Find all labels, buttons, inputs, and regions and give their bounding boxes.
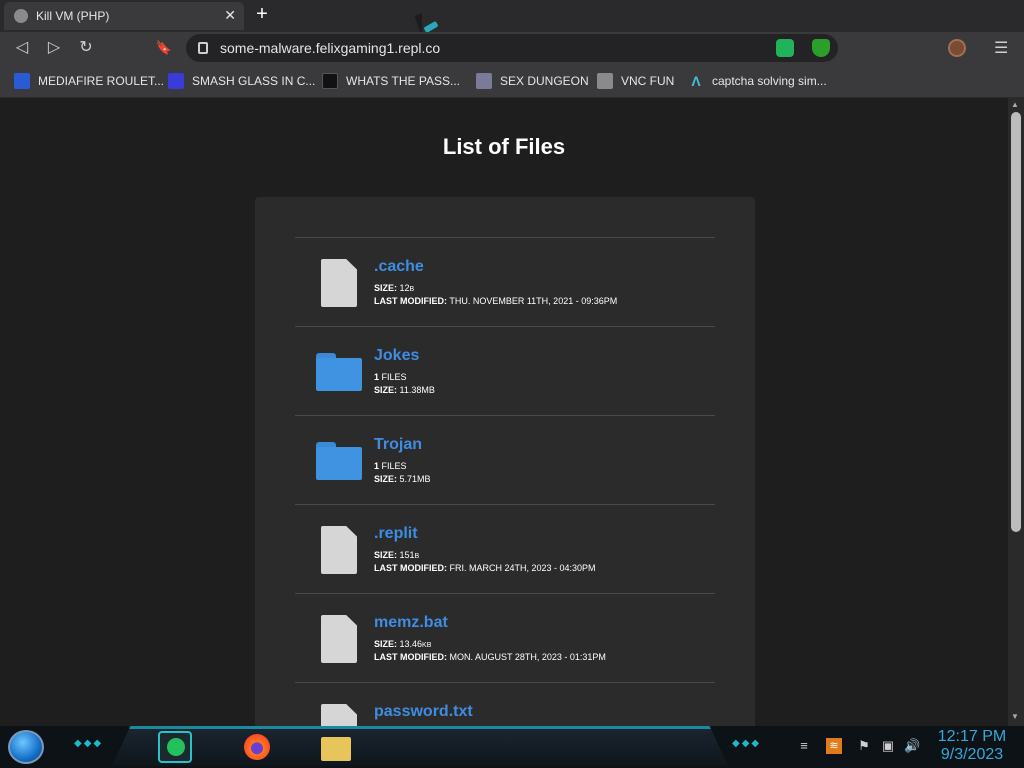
file-icon — [321, 259, 357, 307]
browser-tab[interactable]: Kill VM (PHP) ✕ — [4, 2, 244, 30]
decorative-chevrons-icon: ◆◆◆ — [74, 738, 104, 749]
url-text: some-malware.felixgaming1.repl.co — [220, 40, 441, 56]
back-button[interactable]: ◁ — [12, 38, 32, 58]
start-button[interactable] — [8, 730, 44, 764]
tray-app-icon[interactable]: ≋ — [826, 738, 842, 754]
folder-name-link[interactable]: Trojan — [374, 436, 422, 454]
browser-menu-button[interactable]: ☰ — [994, 38, 1008, 58]
file-meta-line: SIZE: 13.46KB — [374, 639, 432, 649]
file-meta-line: LAST MODIFIED: THU. NOVEMBER 11TH, 2021 … — [374, 296, 618, 306]
page-scrollbar[interactable]: ▲ ▼ — [1008, 98, 1024, 726]
list-item[interactable]: .replit SIZE: 151B LAST MODIFIED: FRI. M… — [295, 504, 715, 593]
clock-time: 12:17 PM — [937, 728, 1007, 745]
file-meta-line: 1 FILES — [374, 461, 407, 471]
folder-icon — [316, 353, 362, 391]
list-item[interactable]: Trojan 1 FILES SIZE: 5.71MB — [295, 415, 715, 504]
file-icon — [321, 615, 357, 663]
bookmark-item[interactable]: Λ captcha solving sim... — [688, 72, 826, 90]
password-icon — [322, 73, 338, 89]
taskbar-frame — [112, 726, 728, 766]
folder-icon — [316, 442, 362, 480]
file-meta-line: 1 FILES — [374, 372, 407, 382]
tab-title: Kill VM (PHP) — [36, 9, 110, 23]
mediafire-icon — [14, 73, 30, 89]
forward-button[interactable]: ▷ — [44, 38, 64, 58]
address-bar[interactable]: some-malware.felixgaming1.repl.co — [186, 34, 838, 62]
chat-extension-icon[interactable] — [776, 39, 794, 57]
profile-avatar[interactable] — [948, 39, 966, 57]
file-meta-line: SIZE: 12B — [374, 283, 415, 293]
file-explorer-taskbar-button[interactable] — [318, 731, 352, 763]
decorative-chevrons-icon: ◆◆◆ — [732, 738, 762, 749]
taskbar: ◆◆◆ ◆◆◆ ≡ ≋ ⚑ ▣ 🔊 12:17 PM 9/3/2023 — [0, 726, 1024, 768]
browser-toolbar: ◁ ▷ ↻ 🔖 some-malware.felixgaming1.repl.c… — [0, 32, 1024, 64]
system-clock[interactable]: 12:17 PM 9/3/2023 — [928, 728, 1016, 764]
vnc-icon — [597, 73, 613, 89]
file-name-link[interactable]: memz.bat — [374, 614, 448, 632]
chat-app-taskbar-button[interactable] — [158, 731, 192, 763]
bookmark-item[interactable]: SMASH GLASS IN C... — [168, 72, 315, 90]
file-icon — [321, 526, 357, 574]
file-meta-line: SIZE: 11.38MB — [374, 385, 435, 395]
file-meta-line: SIZE: 5.71MB — [374, 474, 431, 484]
firefox-taskbar-button[interactable] — [240, 731, 274, 763]
file-meta-line: LAST MODIFIED: FRI. MARCH 24TH, 2023 - 0… — [374, 563, 596, 573]
list-item[interactable]: .cache SIZE: 12B LAST MODIFIED: THU. NOV… — [295, 237, 715, 326]
file-meta-line: SIZE: 151B — [374, 550, 420, 560]
scrollbar-thumb[interactable] — [1011, 112, 1021, 532]
tab-bar: Kill VM (PHP) ✕ + — [0, 0, 1024, 32]
bookmark-item[interactable]: WHATS THE PASS... — [322, 72, 460, 90]
file-name-link[interactable]: password.txt — [374, 703, 473, 721]
scroll-down-arrow-icon[interactable]: ▼ — [1011, 712, 1019, 721]
bookmark-item[interactable]: MEDIAFIRE ROULET... — [14, 72, 164, 90]
flag-icon[interactable]: ⚑ — [856, 738, 872, 754]
clock-date: 9/3/2023 — [940, 746, 1004, 763]
firefox-icon — [244, 734, 270, 760]
dungeon-icon — [476, 73, 492, 89]
bookmarks-bar: MEDIAFIRE ROULET... SMASH GLASS IN C... … — [0, 64, 1024, 98]
tray-overflow-icon[interactable]: ≡ — [796, 738, 812, 754]
file-name-link[interactable]: .cache — [374, 258, 424, 276]
folder-icon — [321, 737, 351, 761]
folder-name-link[interactable]: Jokes — [374, 347, 419, 365]
network-icon[interactable]: ▣ — [880, 738, 896, 754]
file-icon — [321, 704, 357, 726]
new-tab-button[interactable]: + — [251, 4, 273, 25]
volume-icon[interactable]: 🔊 — [904, 738, 920, 754]
bookmark-item[interactable]: VNC FUN — [597, 72, 674, 90]
glass-icon — [168, 73, 184, 89]
file-meta-line: LAST MODIFIED: MON. AUGUST 28TH, 2023 - … — [374, 652, 606, 662]
shield-extension-icon[interactable] — [812, 39, 830, 57]
list-item[interactable]: memz.bat SIZE: 13.46KB LAST MODIFIED: MO… — [295, 593, 715, 682]
file-name-link[interactable]: .replit — [374, 525, 418, 543]
lock-icon — [198, 42, 208, 54]
globe-icon — [14, 9, 28, 23]
chat-app-icon — [167, 738, 185, 756]
scroll-up-arrow-icon[interactable]: ▲ — [1011, 100, 1019, 109]
reload-button[interactable]: ↻ — [76, 38, 96, 58]
captcha-icon: Λ — [691, 73, 701, 89]
close-tab-icon[interactable]: ✕ — [224, 7, 236, 24]
list-item[interactable]: Jokes 1 FILES SIZE: 11.38MB — [295, 326, 715, 415]
bookmark-button[interactable]: 🔖 — [154, 38, 174, 58]
file-list-card: .cache SIZE: 12B LAST MODIFIED: THU. NOV… — [255, 197, 755, 726]
list-item[interactable]: password.txt — [295, 682, 715, 726]
page-content: List of Files .cache SIZE: 12B LAST MODI… — [0, 98, 1008, 726]
bookmark-item[interactable]: SEX DUNGEON — [476, 72, 589, 90]
page-title: List of Files — [442, 134, 566, 159]
